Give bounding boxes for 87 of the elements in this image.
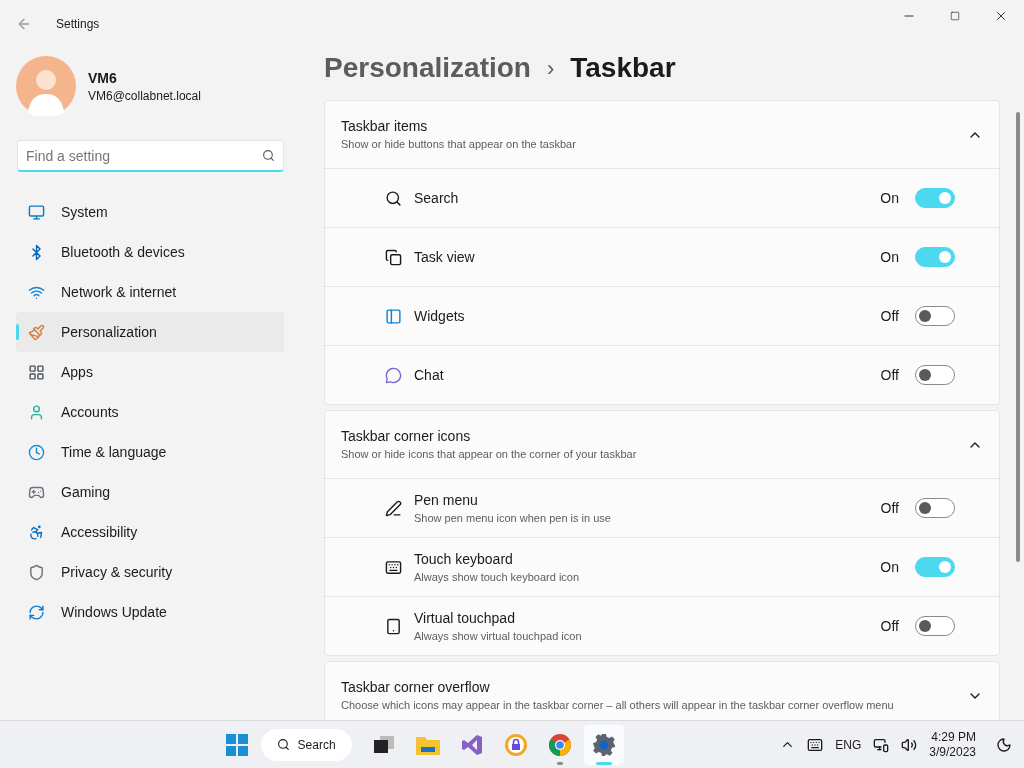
toggle-state: On (880, 558, 899, 577)
paintbrush-icon (28, 323, 45, 341)
widgets-icon (385, 307, 402, 325)
toggle-switch[interactable] (915, 616, 955, 636)
setting-description: Always show virtual touchpad icon (414, 628, 583, 644)
search-icon (385, 189, 402, 207)
volume-icon[interactable] (901, 736, 918, 753)
section-header[interactable]: Taskbar items Show or hide buttons that appear on the taskbar (325, 101, 999, 168)
toggle-state: On (880, 189, 899, 208)
toggle-state: On (880, 248, 899, 267)
touchpad-icon (385, 617, 402, 635)
setting-label: Touch keyboard (414, 549, 514, 569)
clock-icon (28, 443, 45, 461)
profile-name: VM6 (88, 69, 118, 88)
clock-date[interactable]: 3/9/2023 (929, 744, 976, 760)
task-view-icon (385, 248, 402, 266)
profile-email: VM6@collabnet.local (88, 88, 201, 104)
sidebar-item[interactable]: Apps (16, 352, 284, 392)
task-view-icon (373, 736, 394, 753)
section-subtitle: Show or hide buttons that appear on the taskbar (341, 137, 577, 153)
shield-icon (28, 563, 45, 581)
section-subtitle: Choose which icons may appear in the taskbar corner – all others will appear in the taskbar corner overflow menu (341, 698, 895, 714)
monitor-icon (28, 203, 45, 221)
close-icon (994, 9, 1008, 23)
setting-description: Show pen menu icon when pen is in use (414, 510, 612, 526)
sidebar-item[interactable]: Bluetooth & devices (16, 232, 284, 272)
sidebar-item[interactable]: System (16, 192, 284, 232)
network-icon[interactable] (873, 736, 890, 753)
infinity-logo-icon (459, 732, 484, 757)
clock-time[interactable]: 4:29 PM (931, 729, 976, 745)
sidebar-item[interactable]: Privacy & security (16, 552, 284, 592)
breadcrumb-parent[interactable]: Personalization (324, 47, 531, 89)
moon-icon[interactable] (996, 736, 1012, 753)
sidebar-item[interactable]: Network & internet (16, 272, 284, 312)
breadcrumb-separator: › (546, 54, 555, 83)
setting-label: Pen menu (414, 490, 479, 510)
toggle-state: Off (880, 366, 899, 385)
sidebar-item[interactable]: Time & language (16, 432, 284, 472)
search-icon (262, 149, 275, 162)
section-title: Taskbar corner overflow (341, 678, 491, 698)
section-subtitle: Show or hide icons that appear on the corner of your taskbar (341, 447, 638, 463)
setting-label: Task view (414, 248, 476, 267)
search-input[interactable]: Find a setting (26, 145, 262, 166)
toggle-switch[interactable] (915, 188, 955, 208)
setting-label: Search (414, 189, 460, 208)
scrollbar[interactable] (1016, 112, 1020, 562)
setting-description: Always show touch keyboard icon (414, 569, 581, 585)
sidebar-item[interactable]: Accounts (16, 392, 284, 432)
search-icon (276, 738, 290, 751)
sidebar-item[interactable]: Gaming (16, 472, 284, 512)
toggle-switch[interactable] (915, 365, 955, 385)
section-header[interactable]: Taskbar corner icons Show or hide icons that appear on the corner of your taskbar (325, 411, 999, 478)
setting-label: Widgets (414, 307, 466, 326)
section-title: Taskbar items (341, 117, 429, 137)
browser-logo-icon (547, 732, 572, 757)
toggle-state: Off (880, 617, 899, 636)
toggle-switch[interactable] (915, 557, 955, 577)
toggle-state: Off (880, 307, 899, 326)
keyboard-icon[interactable] (807, 736, 824, 753)
page-title: Taskbar (570, 51, 676, 85)
setting-label: Chat (414, 366, 445, 385)
toggle-switch[interactable] (915, 247, 955, 267)
search-field[interactable]: Find a setting (17, 140, 284, 172)
chat-icon (385, 366, 402, 384)
refresh-icon (28, 603, 45, 621)
setting-label: Virtual touchpad (414, 608, 516, 628)
sidebar-item[interactable]: Accessibility (16, 512, 284, 552)
section-title: Taskbar corner icons (341, 427, 472, 447)
toggle-switch[interactable] (915, 306, 955, 326)
gear-icon (591, 732, 616, 757)
apps-grid-icon (28, 363, 45, 381)
section-header[interactable]: Taskbar corner overflow Choose which icons may appear in the taskbar corner – all others will appear in the taskbar corner overflow menu (325, 662, 999, 720)
language-indicator[interactable]: ENG (835, 736, 862, 753)
toggle-switch[interactable] (915, 498, 955, 518)
person-icon (28, 403, 45, 421)
avatar (16, 56, 76, 116)
taskbar-search-button[interactable]: Search (260, 728, 352, 761)
window-title: Settings (56, 16, 100, 32)
lock-badge-icon (503, 732, 528, 757)
windows-logo-icon (225, 733, 248, 756)
toggle-state: Off (880, 499, 899, 518)
sidebar-item[interactable]: Windows Update (16, 592, 284, 632)
keyboard-icon (385, 558, 402, 576)
sidebar-item[interactable]: Personalization (16, 312, 284, 352)
pen-icon (385, 499, 402, 517)
maximize-icon (950, 11, 960, 21)
accessibility-icon (28, 523, 45, 541)
